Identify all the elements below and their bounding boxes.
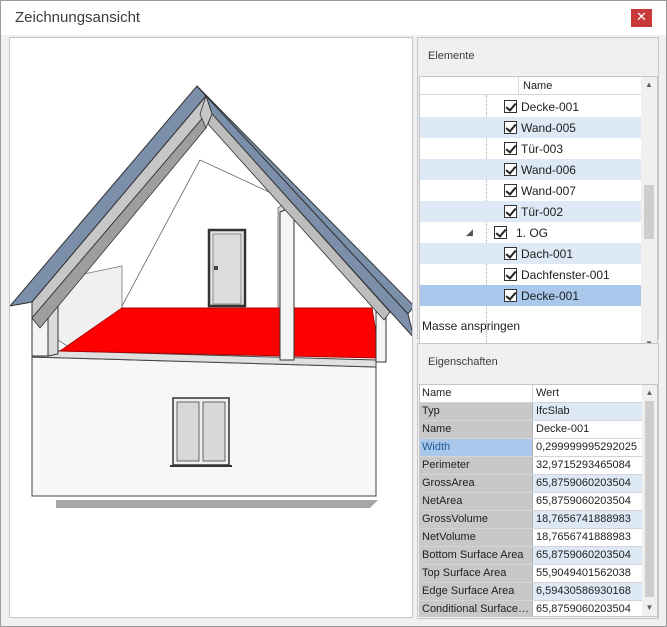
tree-row[interactable]: Decke-001 xyxy=(420,96,641,117)
property-row[interactable]: Width 0,299999995292025 xyxy=(420,439,642,457)
scroll-up-icon[interactable]: ▲ xyxy=(642,388,657,397)
center-column xyxy=(279,205,295,361)
property-value[interactable]: 65,8759060203504 xyxy=(533,601,642,616)
tree-row-label: Wand-006 xyxy=(521,163,576,177)
property-row[interactable]: NetVolume 18,7656741888983 xyxy=(420,529,642,547)
visibility-checkbox[interactable] xyxy=(504,121,517,134)
property-value[interactable]: 55,9049401562038 xyxy=(533,565,642,582)
tree-row-label: 1. OG xyxy=(516,226,549,240)
property-name: GrossArea xyxy=(420,475,533,492)
property-name: Bottom Surface Area xyxy=(420,547,533,564)
tree-row-label: Dachfenster-001 xyxy=(521,268,610,282)
visibility-checkbox[interactable] xyxy=(504,268,517,281)
property-row[interactable]: Conditional Surface… 65,8759060203504 xyxy=(420,601,642,616)
column-header-name[interactable]: Name xyxy=(523,80,552,92)
tree-row[interactable]: Wand-007 xyxy=(420,180,641,201)
header-value[interactable]: Wert xyxy=(533,385,642,402)
property-row[interactable]: Top Surface Area 55,9049401562038 xyxy=(420,565,642,583)
properties-scrollbar[interactable]: ▲ ▼ xyxy=(642,385,657,616)
property-value[interactable]: 65,8759060203504 xyxy=(533,493,642,510)
property-name: Width xyxy=(420,439,533,456)
tree-row[interactable]: ◢ 1. OG xyxy=(420,222,641,243)
tree-row-label: Wand-007 xyxy=(521,184,576,198)
property-name: NetArea xyxy=(420,493,533,510)
house-model[interactable] xyxy=(10,38,413,618)
property-row[interactable]: NetArea 65,8759060203504 xyxy=(420,493,642,511)
collapse-triangle-icon[interactable]: ◢ xyxy=(466,227,473,238)
properties-panel: Eigenschaften Name Wert Typ IfcSlab Name De… xyxy=(417,343,659,619)
column-separator[interactable] xyxy=(518,77,519,95)
tree-row-label: Decke-001 xyxy=(521,289,580,303)
tree-row[interactable]: Wand-006 xyxy=(420,159,641,180)
property-value[interactable]: 32,9715293465084 xyxy=(533,457,642,474)
property-value[interactable]: 18,7656741888983 xyxy=(533,511,642,528)
visibility-checkbox[interactable] xyxy=(504,100,517,113)
property-value[interactable]: 0,299999995292025 xyxy=(533,439,642,456)
property-row[interactable]: Bottom Surface Area 65,8759060203504 xyxy=(420,547,642,565)
tree-row[interactable]: Dachfenster-001 xyxy=(420,264,641,285)
tree-row-label: Wand-005 xyxy=(521,121,576,135)
tree-row-label: Tür-002 xyxy=(521,205,564,219)
property-value[interactable]: 65,8759060203504 xyxy=(533,547,642,564)
property-name: Top Surface Area xyxy=(420,565,533,582)
close-button[interactable]: ✕ xyxy=(631,9,652,27)
property-name: GrossVolume xyxy=(420,511,533,528)
property-name: Name xyxy=(420,421,533,438)
drawing-view-window: Zeichnungsansicht ✕ Elemente Name Decke-… xyxy=(0,0,667,627)
close-icon: ✕ xyxy=(636,10,647,25)
property-name: Typ xyxy=(420,403,533,420)
property-row[interactable]: GrossArea 65,8759060203504 xyxy=(420,475,642,493)
property-row[interactable]: GrossVolume 18,7656741888983 xyxy=(420,511,642,529)
property-name: Perimeter xyxy=(420,457,533,474)
properties-panel-title: Eigenschaften xyxy=(428,356,498,368)
window-pane-right xyxy=(202,401,226,462)
tree-row[interactable]: Tür-002 xyxy=(420,201,641,222)
door-handle xyxy=(214,266,218,270)
tree-row[interactable]: Dach-001 xyxy=(420,243,641,264)
visibility-checkbox[interactable] xyxy=(504,184,517,197)
visibility-checkbox[interactable] xyxy=(494,226,507,239)
properties-scroll-thumb[interactable] xyxy=(645,401,654,597)
visibility-checkbox[interactable] xyxy=(504,163,517,176)
window-title: Zeichnungsansicht xyxy=(15,9,141,26)
properties-header: Name Wert xyxy=(420,385,642,403)
window-pane-left xyxy=(176,401,200,462)
tree-row[interactable]: Decke-001 xyxy=(420,285,641,306)
tree-row-label: Dach-001 xyxy=(521,247,574,261)
properties-grid[interactable]: Name Wert Typ IfcSlab Name Decke-001 Width 0,… xyxy=(419,384,658,617)
header-name[interactable]: Name xyxy=(420,385,533,402)
scroll-up-icon[interactable]: ▲ xyxy=(641,80,657,89)
tree-scroll-thumb[interactable] xyxy=(644,185,654,239)
scroll-down-icon[interactable]: ▼ xyxy=(642,603,657,612)
visibility-checkbox[interactable] xyxy=(504,289,517,302)
property-value[interactable]: 65,8759060203504 xyxy=(533,475,642,492)
visibility-checkbox[interactable] xyxy=(504,205,517,218)
elements-tree[interactable]: Name Decke-001 Wand-005 Tür-003 Wand-006 Wan… xyxy=(419,76,658,352)
property-row[interactable]: Name Decke-001 xyxy=(420,421,642,439)
elements-panel-title: Elemente xyxy=(428,50,475,62)
tree-row[interactable]: Tür-003 xyxy=(420,138,641,159)
property-value[interactable]: 18,7656741888983 xyxy=(533,529,642,546)
tree-scrollbar[interactable]: ▲ ▼ xyxy=(641,77,657,351)
visibility-checkbox[interactable] xyxy=(504,247,517,260)
tree-header: Name xyxy=(420,77,641,95)
title-bar[interactable]: Zeichnungsansicht ✕ xyxy=(1,1,666,35)
jump-to-element-link[interactable]: Masse anspringen xyxy=(422,319,520,333)
property-value[interactable]: 6,59430586930168 xyxy=(533,583,642,600)
ground-shadow xyxy=(56,500,378,508)
tree-row[interactable]: Wand-005 xyxy=(420,117,641,138)
3d-viewport[interactable] xyxy=(9,37,413,618)
property-row[interactable]: Edge Surface Area 6,59430586930168 xyxy=(420,583,642,601)
visibility-checkbox[interactable] xyxy=(504,142,517,155)
property-row[interactable]: Perimeter 32,9715293465084 xyxy=(420,457,642,475)
property-name: NetVolume xyxy=(420,529,533,546)
tree-row-label: Tür-003 xyxy=(521,142,564,156)
property-value[interactable]: IfcSlab xyxy=(533,403,642,420)
property-name: Edge Surface Area xyxy=(420,583,533,600)
property-value[interactable]: Decke-001 xyxy=(533,421,642,438)
property-row[interactable]: Typ IfcSlab xyxy=(420,403,642,421)
tree-row-label: Decke-001 xyxy=(521,100,580,114)
property-name: Conditional Surface… xyxy=(420,601,533,616)
elements-panel: Elemente Name Decke-001 Wand-005 Tür-003 Wa… xyxy=(417,37,659,352)
